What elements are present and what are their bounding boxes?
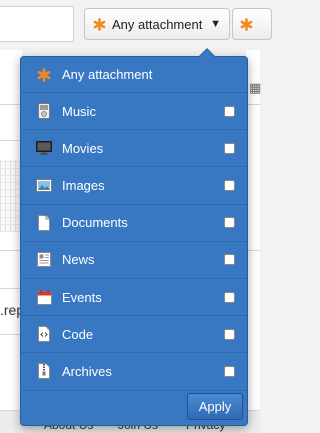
- image-icon: [36, 177, 52, 193]
- background-thumbnail: [0, 160, 22, 232]
- asterisk-icon: [93, 17, 106, 31]
- menu-item-any-attachment[interactable]: Any attachment: [21, 57, 247, 93]
- apply-button[interactable]: Apply: [187, 393, 243, 420]
- menu-item-documents[interactable]: Documents: [21, 205, 247, 242]
- divider: [0, 104, 22, 105]
- menu-item-label: Code: [62, 326, 94, 342]
- divider: [0, 334, 22, 335]
- document-icon: [36, 214, 52, 231]
- menu-item-music[interactable]: Music: [21, 93, 247, 131]
- background-page-right: [246, 50, 260, 432]
- calendar-icon: [36, 289, 52, 305]
- attachment-filter-label: Any attachment: [112, 16, 203, 32]
- documents-checkbox[interactable]: [224, 217, 235, 229]
- news-checkbox[interactable]: [224, 254, 235, 266]
- attachment-type-dropdown: Any attachment Music Movies Images Docum…: [20, 48, 248, 426]
- menu-item-label: Archives: [62, 363, 112, 379]
- background-result-title[interactable]: .rep: [0, 302, 22, 318]
- menu-item-label: Images: [62, 177, 105, 193]
- divider: [246, 104, 260, 105]
- divider: [246, 250, 260, 251]
- divider: [0, 288, 22, 289]
- menu-item-label: Movies: [62, 140, 104, 156]
- events-checkbox[interactable]: [224, 291, 235, 303]
- menu-item-news[interactable]: News: [21, 242, 247, 279]
- asterisk-icon: [36, 67, 52, 83]
- archives-checkbox[interactable]: [224, 365, 235, 377]
- menu-item-label: Any attachment: [62, 67, 153, 82]
- divider: [0, 140, 22, 141]
- images-checkbox[interactable]: [224, 179, 235, 191]
- monitor-icon: [36, 140, 52, 156]
- menu-item-archives[interactable]: Archives: [21, 353, 247, 391]
- menu-item-label: Events: [62, 289, 102, 305]
- code-checkbox[interactable]: [224, 328, 235, 340]
- menu-item-label: Music: [62, 103, 96, 119]
- attachment-type-menu: Any attachment Music Movies Images Docum…: [21, 57, 247, 391]
- menu-item-label: News: [62, 252, 95, 268]
- asterisk-icon: [240, 17, 253, 31]
- secondary-filter-button[interactable]: [232, 8, 272, 40]
- chevron-down-icon: ▼: [210, 18, 221, 30]
- menu-item-images[interactable]: Images: [21, 167, 247, 205]
- movies-checkbox[interactable]: [224, 142, 235, 154]
- menu-item-movies[interactable]: Movies: [21, 130, 247, 168]
- background-glyph: ▦: [249, 80, 262, 95]
- search-input[interactable]: [0, 6, 74, 42]
- music-player-icon: [36, 103, 52, 120]
- divider: [0, 250, 22, 251]
- menu-item-code[interactable]: Code: [21, 316, 247, 354]
- archive-icon: [36, 363, 52, 380]
- newspaper-icon: [36, 252, 52, 268]
- menu-item-events[interactable]: Events: [21, 279, 247, 317]
- attachment-filter-button[interactable]: Any attachment ▼: [84, 8, 230, 40]
- music-checkbox[interactable]: [224, 105, 235, 117]
- background-page-left: [0, 50, 22, 432]
- menu-item-label: Documents: [62, 215, 128, 231]
- code-file-icon: [36, 326, 52, 343]
